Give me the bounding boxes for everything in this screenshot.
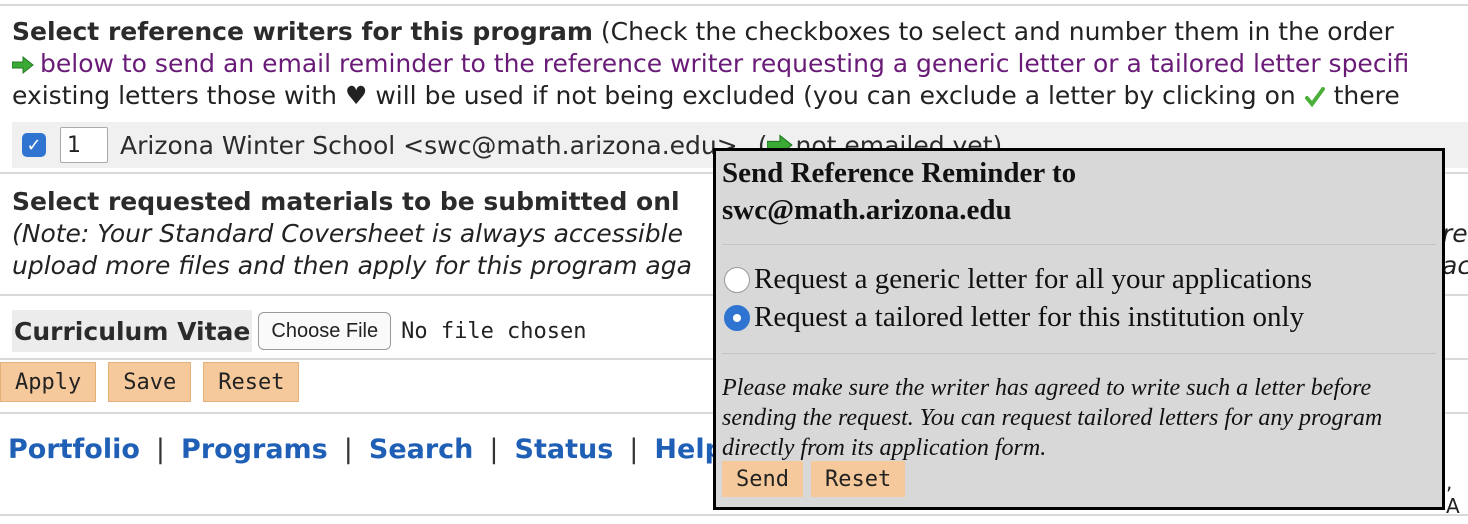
- writer-order-input[interactable]: 1: [60, 127, 108, 163]
- dialog-divider-2: [722, 353, 1436, 354]
- radio-generic[interactable]: [724, 266, 750, 293]
- dialog-divider-1: [722, 244, 1436, 245]
- reset-button[interactable]: Reset: [203, 362, 300, 402]
- nav-separator: |: [629, 434, 639, 465]
- reference-heading-line: Select reference writers for this progra…: [12, 16, 1394, 48]
- reference-instruction-3b: will be used if not being excluded (you …: [367, 81, 1304, 110]
- reference-instruction-line-2: below to send an email reminder to the r…: [12, 48, 1409, 80]
- materials-note-1: (Note: Your Standard Coversheet is alway…: [12, 219, 683, 248]
- materials-heading: Select requested materials to be submitt…: [12, 187, 680, 216]
- reference-instruction-2: below to send an email reminder to the r…: [40, 49, 1410, 78]
- file-status: No file chosen: [401, 318, 587, 344]
- choose-file-button[interactable]: Choose File: [258, 312, 392, 350]
- reference-heading: Select reference writers for this progra…: [12, 17, 593, 46]
- send-button[interactable]: Send: [722, 461, 803, 497]
- reference-writers-section: Select reference writers for this progra…: [0, 6, 1468, 168]
- nav-separator: |: [489, 434, 499, 465]
- materials-note-2-tail: ac: [1442, 251, 1468, 280]
- dialog-reset-button[interactable]: Reset: [810, 461, 906, 497]
- dialog-title: Send Reference Reminder to swc@math.ariz…: [722, 155, 1076, 229]
- nav-search[interactable]: Search: [369, 434, 474, 465]
- option-tailored-label: Request a tailored letter for this insti…: [754, 301, 1305, 333]
- heart-icon: ♥: [344, 81, 368, 110]
- reference-instruction-line-3: existing letters those with ♥ will be us…: [12, 80, 1400, 112]
- dialog-title-email: swc@math.arizona.edu: [722, 194, 1012, 226]
- dialog-note: Please make sure the writer has agreed t…: [722, 375, 1383, 461]
- reference-instruction-1: (Check the checkboxes to select and numb…: [592, 17, 1394, 46]
- cv-label: Curriculum Vitae: [12, 310, 253, 352]
- footer-corner-text: , A: [1446, 470, 1460, 518]
- materials-note-2: upload more files and then apply for thi…: [12, 251, 692, 280]
- reference-instruction-3c: there: [1325, 81, 1400, 110]
- dialog-buttons: Send Reset: [722, 461, 906, 497]
- save-button[interactable]: Save: [108, 362, 192, 402]
- nav-separator: |: [155, 434, 166, 465]
- dialog-title-line-1: Send Reference Reminder to: [722, 157, 1077, 189]
- option-generic-label: Request a generic letter for all your ap…: [754, 263, 1313, 295]
- reference-instruction-3a: existing letters those with: [12, 81, 345, 110]
- nav-separator: |: [343, 434, 353, 465]
- bottom-divider: [0, 514, 1468, 516]
- nav-portfolio[interactable]: Portfolio: [8, 434, 140, 465]
- radio-tailored[interactable]: [724, 304, 750, 331]
- send-reminder-dialog: Send Reference Reminder to swc@math.ariz…: [713, 148, 1445, 510]
- writer-name-email: Arizona Winter School <swc@math.arizona.…: [120, 130, 738, 160]
- writer-checkbox[interactable]: ✓: [22, 133, 46, 157]
- option-generic-row[interactable]: Request a generic letter for all your ap…: [724, 263, 1312, 296]
- green-arrow-icon: [12, 56, 34, 74]
- checkmark-icon: [1304, 87, 1325, 108]
- nav-status[interactable]: Status: [515, 434, 614, 465]
- action-buttons: Apply Save Reset: [0, 362, 300, 402]
- cv-upload-row: Curriculum Vitae Choose File No file cho…: [12, 310, 587, 352]
- nav-programs[interactable]: Programs: [181, 434, 328, 465]
- footer-nav: Portfolio | Programs | Search | Status |…: [8, 434, 724, 465]
- option-tailored-row[interactable]: Request a tailored letter for this insti…: [724, 301, 1304, 334]
- materials-note-1-tail: re: [1442, 219, 1468, 248]
- apply-button[interactable]: Apply: [0, 362, 97, 402]
